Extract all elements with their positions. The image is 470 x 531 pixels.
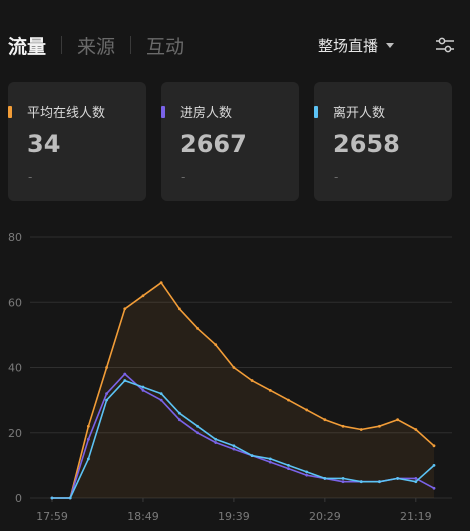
series-point-2 — [214, 437, 218, 441]
series-point-0 — [214, 343, 218, 347]
series-point-0 — [323, 418, 327, 422]
metric-color-marker — [314, 106, 318, 118]
series-point-2 — [268, 457, 272, 461]
y-tick-label: 80 — [8, 231, 22, 244]
series-point-2 — [341, 477, 345, 480]
metric-compare: - — [28, 170, 33, 184]
series-point-1 — [287, 467, 290, 471]
series-point-2 — [159, 392, 163, 395]
traffic-line-chart[interactable]: 0 20 40 60 80 17:59 18:49 19:39 20:29 21:19 — [0, 222, 470, 531]
y-tick-label: 60 — [8, 296, 22, 309]
series-point-2 — [414, 480, 418, 484]
series-point-2 — [123, 379, 127, 382]
y-tick-label: 20 — [8, 427, 22, 440]
series-point-2 — [359, 480, 363, 484]
series-point-0 — [232, 366, 236, 369]
x-tick-label: 21:19 — [400, 510, 432, 523]
series-point-1 — [141, 388, 145, 392]
series-point-0 — [196, 326, 199, 330]
scope-label: 整场直播 — [317, 36, 378, 55]
series-point-1 — [105, 392, 108, 395]
series-point-0 — [268, 388, 272, 392]
x-tick-label: 17:59 — [36, 510, 68, 523]
tab-divider — [61, 36, 63, 54]
sliders-icon — [436, 37, 454, 53]
series-point-2 — [305, 470, 309, 474]
metric-label: 离开人数 — [333, 106, 386, 121]
y-tick-label: 40 — [8, 362, 22, 375]
series-point-1 — [268, 460, 272, 464]
series-point-0 — [105, 366, 108, 369]
series-point-0 — [250, 379, 254, 382]
metric-value: 2658 — [333, 130, 400, 158]
series-point-1 — [305, 473, 309, 477]
metric-value: 2667 — [180, 130, 247, 158]
metric-card-leaves[interactable]: 离开人数 2658 - — [314, 82, 452, 201]
series-point-2 — [232, 444, 236, 448]
metric-color-marker — [8, 106, 12, 118]
series-point-0 — [378, 424, 381, 428]
series-point-2 — [432, 463, 436, 467]
series-point-2 — [177, 411, 181, 415]
metric-cards: 平均在线人数 34 - 进房人数 2667 - 离开人数 2658 - — [8, 82, 452, 201]
series-point-2 — [196, 424, 199, 428]
series-point-1 — [86, 437, 90, 441]
series-point-1 — [432, 486, 436, 490]
x-tick-label: 20:29 — [309, 510, 341, 523]
metric-label: 平均在线人数 — [27, 106, 106, 121]
metric-color-marker — [161, 106, 165, 118]
series-point-0 — [287, 398, 290, 402]
tab-source[interactable]: 来源 — [77, 32, 115, 59]
metric-compare: - — [334, 170, 339, 184]
series-point-2 — [105, 398, 108, 402]
y-tick-label: 0 — [15, 492, 22, 505]
series-point-2 — [378, 480, 381, 484]
x-tick-label: 19:39 — [218, 510, 250, 523]
series-point-0 — [141, 294, 145, 298]
tab-interaction[interactable]: 互动 — [146, 32, 184, 59]
series-point-0 — [396, 418, 400, 422]
metric-compare: - — [181, 170, 186, 184]
tab-divider — [130, 36, 132, 54]
series-point-1 — [341, 480, 345, 484]
series-point-0 — [177, 307, 181, 311]
series-point-1 — [159, 398, 163, 402]
series-point-0 — [159, 281, 163, 285]
x-tick-label: 18:49 — [127, 510, 159, 523]
series-point-2 — [68, 496, 72, 500]
series-point-0 — [123, 307, 127, 311]
scope-dropdown[interactable]: 整场直播 — [318, 34, 394, 56]
series-point-2 — [250, 454, 254, 457]
metric-card-avg-online[interactable]: 平均在线人数 34 - — [8, 82, 146, 201]
tab-traffic[interactable]: 流量 — [8, 32, 46, 59]
series-point-2 — [287, 463, 290, 467]
metric-value: 34 — [27, 130, 61, 158]
series-point-1 — [123, 372, 127, 376]
series-point-0 — [341, 424, 345, 428]
series-point-0 — [432, 444, 436, 448]
series-point-0 — [359, 428, 363, 431]
chevron-down-icon — [386, 42, 394, 48]
series-point-1 — [232, 447, 236, 451]
tab-bar: 流量 来源 互动 — [8, 32, 184, 58]
series-point-1 — [196, 431, 199, 435]
metric-label: 进房人数 — [180, 106, 233, 121]
filter-button[interactable] — [434, 34, 456, 56]
series-point-0 — [414, 428, 418, 431]
series-point-2 — [50, 496, 54, 500]
series-point-1 — [414, 477, 418, 480]
series-point-2 — [323, 477, 327, 480]
series-point-0 — [305, 408, 309, 412]
metric-card-room-entries[interactable]: 进房人数 2667 - — [161, 82, 299, 201]
series-point-2 — [396, 477, 400, 480]
series-point-2 — [141, 385, 145, 389]
series-point-1 — [177, 418, 181, 422]
series-point-0 — [86, 424, 90, 428]
series-point-1 — [214, 441, 218, 444]
series-point-2 — [86, 457, 90, 461]
